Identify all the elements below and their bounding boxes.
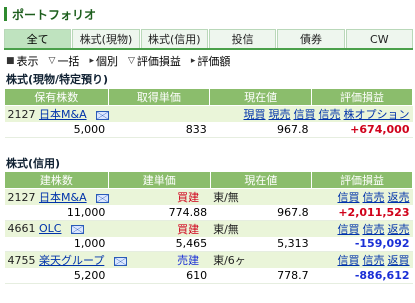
table-header: 保有株数 取得単価 現在値 評価損益 [4, 88, 413, 106]
close-position-link[interactable]: 返売 [388, 223, 410, 236]
cost-value: 5,465 [108, 236, 211, 252]
stock-cell: 4755 楽天グループ [4, 251, 175, 268]
portfolio-header: ポートフォリオ [4, 4, 413, 24]
position-side: 買建 [174, 188, 211, 205]
asset-tabs: 全て 株式(現物) 株式(信用) 投信 債券 CW [4, 29, 413, 50]
table-row: 1,000 5,465 5,313 -159,092 [4, 236, 413, 252]
cost-value: 833 [108, 122, 210, 138]
stock-code: 2127 [7, 108, 36, 121]
stock-name-link[interactable]: 楽天グループ [39, 254, 104, 267]
buy-margin-link[interactable]: 信買 [294, 108, 316, 121]
price-value: 5,313 [210, 236, 312, 252]
table-header: 建株数 建単価 現在値 評価損益 [4, 171, 413, 189]
shares-value: 11,000 [4, 205, 109, 221]
col-header: 取得単価 [107, 88, 211, 106]
buy-margin-link[interactable]: 信買 [338, 223, 360, 236]
cash-section-title: 株式(現物/特定預り) [6, 73, 109, 86]
title-marker [4, 7, 7, 21]
position-side: 買建 [174, 220, 211, 237]
col-header: 保有株数 [4, 88, 109, 106]
option-link[interactable]: 株オプション [344, 108, 410, 121]
sell-margin-link[interactable]: 信売 [363, 223, 385, 236]
table-row: 4661 OLC 買建 東/無 信買 信売 返売 [4, 220, 413, 237]
view-individual-button[interactable]: ▸ 個別 [89, 53, 118, 69]
price-value: 967.8 [210, 205, 312, 221]
price-value: 967.8 [209, 122, 312, 138]
view-amount-button[interactable]: ▸ 評価額 [191, 53, 231, 69]
display-toolbar: ■ 表示 ▽ 一括 ▸ 個別 ▽ 評価損益 ▸ 評価額 [6, 54, 411, 68]
stock-name-link[interactable]: 日本M&A [39, 108, 87, 121]
stock-name-link[interactable]: 日本M&A [39, 191, 87, 204]
display-label: ■ 表示 [6, 55, 39, 68]
trade-links: 信買 信売 返売 [311, 188, 413, 205]
col-header: 現在値 [209, 171, 313, 189]
price-value: 778.7 [210, 268, 312, 284]
stock-cell: 2127 日本M&A [4, 188, 175, 205]
mail-icon[interactable] [70, 224, 84, 234]
col-header: 評価損益 [311, 88, 413, 106]
tab-bond[interactable]: 債券 [277, 29, 345, 48]
col-header: 建単価 [107, 171, 211, 189]
sell-margin-link[interactable]: 信売 [363, 191, 385, 204]
pl-value: +674,000 [311, 122, 413, 138]
stock-code: 2127 [7, 191, 36, 204]
table-row: 4755 楽天グループ 売建 東/6ヶ 信買 信売 返買 [4, 251, 413, 268]
mail-icon[interactable] [113, 256, 127, 266]
col-header: 評価損益 [311, 171, 413, 189]
table-row: 5,200 610 778.7 -886,612 [4, 268, 413, 284]
margin-holdings-table: 建株数 建単価 現在値 評価損益 2127 日本M&A 買建 東/無 信買 信売返… [4, 171, 413, 284]
pl-value: -886,612 [311, 268, 413, 284]
buy-cash-link[interactable]: 現買 [244, 108, 266, 121]
tab-stock-cash[interactable]: 株式(現物) [72, 29, 140, 48]
stock-cell: 4661 OLC [4, 220, 175, 237]
shares-value: 5,200 [4, 268, 109, 284]
mail-icon[interactable] [96, 193, 110, 203]
tab-cw[interactable]: CW [345, 29, 413, 48]
trade-links: 信買 信売 返買 [311, 251, 413, 268]
view-valuation-button[interactable]: ▽ 評価損益 [128, 53, 181, 69]
trade-links: 信買 信売 返売 [311, 220, 413, 237]
sell-margin-link[interactable]: 信売 [363, 254, 385, 267]
table-row: 2127 日本M&A 現買 現売 信買 信売 株オプション [4, 105, 413, 122]
position-side: 売建 [174, 251, 211, 268]
page-title: ポートフォリオ [12, 7, 97, 22]
sell-cash-link[interactable]: 現売 [269, 108, 291, 121]
close-position-link[interactable]: 返売 [388, 191, 410, 204]
stock-code: 4755 [7, 254, 36, 267]
market-condition: 東/無 [210, 188, 312, 205]
shares-value: 5,000 [4, 122, 109, 138]
shares-value: 1,000 [4, 236, 109, 252]
market-condition: 東/無 [210, 220, 312, 237]
triangle-down-icon: ▽ [127, 56, 135, 66]
stock-cell: 2127 日本M&A [4, 105, 210, 122]
tab-fund[interactable]: 投信 [208, 29, 277, 48]
view-all-button[interactable]: ▽ 一括 [49, 53, 80, 69]
margin-section-title: 株式(信用) [6, 157, 61, 170]
tab-stock-margin[interactable]: 株式(信用) [140, 29, 208, 48]
pl-value: +2,011,523 [311, 205, 413, 221]
trade-links: 現買 現売 信買 信売 株オプション [209, 105, 413, 122]
mail-icon[interactable] [96, 110, 110, 120]
col-header: 現在値 [209, 88, 313, 106]
table-row: 11,000 774.88 967.8 +2,011,523 [4, 205, 413, 221]
cost-value: 610 [108, 268, 211, 284]
col-header: 建株数 [4, 171, 109, 189]
table-row: 5,000 833 967.8 +674,000 [4, 122, 413, 138]
sell-margin-link[interactable]: 信売 [319, 108, 341, 121]
triangle-down-icon: ▽ [48, 56, 56, 66]
buy-margin-link[interactable]: 信買 [338, 191, 360, 204]
triangle-right-icon: ▸ [89, 56, 94, 66]
triangle-right-icon: ▸ [190, 56, 196, 66]
list-icon: ■ [6, 56, 15, 66]
cost-value: 774.88 [108, 205, 211, 221]
cash-holdings-table: 保有株数 取得単価 現在値 評価損益 2127 日本M&A 現買 現売 信買 信売 株オ… [4, 88, 413, 138]
buy-margin-link[interactable]: 信買 [338, 254, 360, 267]
table-row: 2127 日本M&A 買建 東/無 信買 信売 返売 [4, 188, 413, 205]
stock-code: 4661 [7, 222, 36, 235]
market-condition: 東/6ヶ [210, 251, 312, 268]
tab-all[interactable]: 全て [4, 29, 72, 48]
stock-name-link[interactable]: OLC [39, 222, 61, 235]
pl-value: -159,092 [311, 236, 413, 252]
close-position-link[interactable]: 返買 [388, 254, 410, 267]
